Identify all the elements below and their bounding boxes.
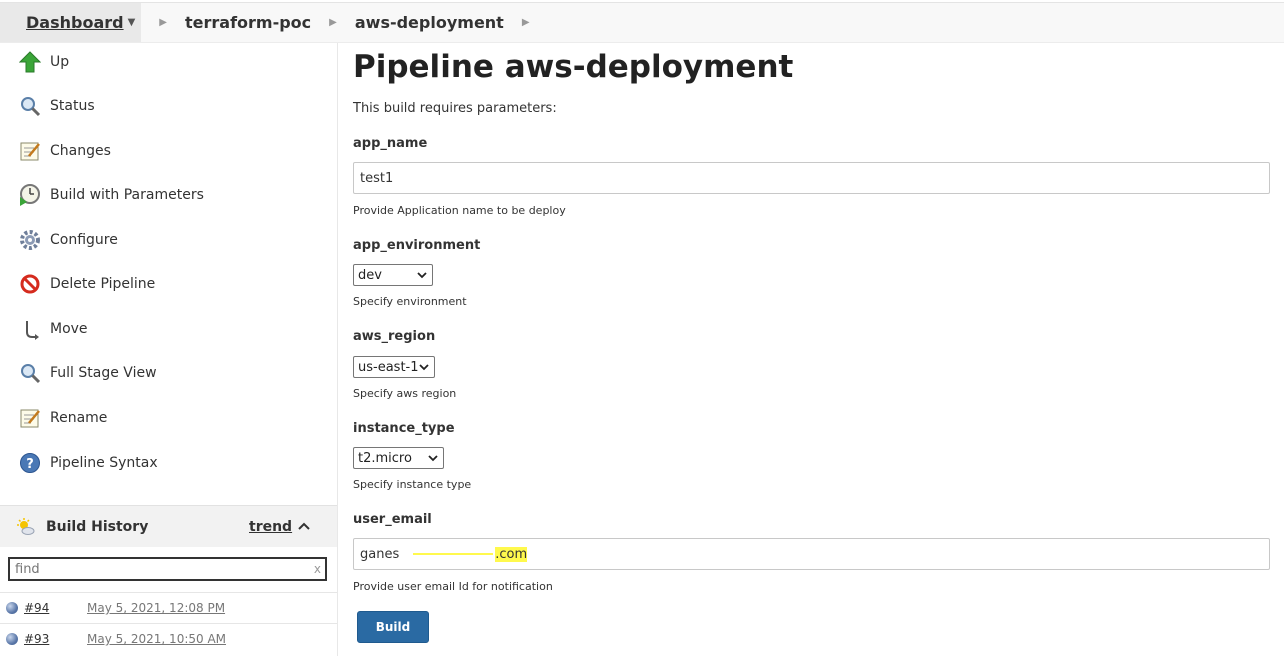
build-row[interactable]: #93 May 5, 2021, 10:50 AM: [0, 623, 337, 654]
page-title: Pipeline aws-deployment: [353, 49, 794, 85]
breadcrumb-aws-deployment[interactable]: aws-deployment: [355, 3, 504, 42]
sidebar-item-label[interactable]: Build with Parameters: [50, 187, 204, 203]
build-row[interactable]: #94 May 5, 2021, 12:08 PM: [0, 592, 337, 623]
chevron-down-icon[interactable]: [427, 451, 439, 468]
user-email-input[interactable]: ganes .com: [353, 538, 1270, 570]
app-name-label: app_name: [353, 136, 428, 151]
weather-sunny-icon: [16, 517, 36, 537]
sidebar-item-label[interactable]: Delete Pipeline: [50, 276, 155, 292]
app-environment-label: app_environment: [353, 238, 481, 253]
move-icon: [18, 317, 42, 341]
sidebar-item-delete-pipeline[interactable]: Delete Pipeline: [18, 268, 155, 300]
sidebar-divider: [337, 43, 338, 656]
app-name-input[interactable]: [353, 162, 1270, 194]
instance-type-description: Specify instance type: [353, 478, 472, 491]
magnifier-icon: [18, 361, 42, 385]
aws-region-select[interactable]: us-east-1: [353, 356, 435, 378]
sidebar-item-label[interactable]: Move: [50, 321, 88, 337]
main-content: Pipeline aws-deployment This build requi…: [353, 43, 1273, 656]
app-name-description: Provide Application name to be deploy: [353, 204, 566, 217]
sidebar-item-label[interactable]: Up: [50, 54, 69, 70]
sidebar-item-label[interactable]: Changes: [50, 143, 111, 159]
breadcrumb: Dashboard ▼ ▶ terraform-poc ▶ aws-deploy…: [0, 2, 1284, 43]
sidebar-item-up[interactable]: Up: [18, 46, 69, 78]
chevron-down-icon[interactable]: ▼: [128, 17, 136, 28]
instance-type-label: instance_type: [353, 421, 455, 436]
app-environment-value[interactable]: dev: [358, 268, 382, 283]
build-status-ball-icon: [6, 602, 18, 614]
aws-region-description: Specify aws region: [353, 387, 457, 400]
gear-icon: [18, 228, 42, 252]
chevron-up-icon[interactable]: [297, 519, 311, 535]
breadcrumb-dashboard[interactable]: Dashboard ▼: [0, 3, 142, 42]
sidebar-item-label[interactable]: Full Stage View: [50, 365, 157, 381]
chevron-right-icon: ▶: [159, 17, 167, 28]
sidebar-item-configure[interactable]: Configure: [18, 224, 118, 256]
build-button[interactable]: Build: [357, 611, 429, 643]
clock-play-icon: [18, 183, 42, 207]
up-arrow-icon: [18, 50, 42, 74]
aws-region-value[interactable]: us-east-1: [358, 360, 419, 375]
app-environment-select[interactable]: dev: [353, 264, 433, 286]
sidebar-item-label[interactable]: Configure: [50, 232, 118, 248]
build-status-ball-icon: [6, 633, 18, 645]
notepad-icon: [18, 139, 42, 163]
sidebar-item-label[interactable]: Rename: [50, 410, 107, 426]
sidebar-item-build-with-parameters[interactable]: Build with Parameters: [18, 179, 204, 211]
svg-text:?: ?: [26, 457, 34, 472]
breadcrumb-terraform-poc[interactable]: terraform-poc: [185, 3, 311, 42]
instance-type-value[interactable]: t2.micro: [358, 451, 412, 466]
intro-text: This build requires parameters:: [353, 101, 557, 116]
sidebar: Up Status Changes Build with Parameters …: [0, 43, 337, 656]
clear-icon[interactable]: x: [314, 562, 321, 576]
breadcrumb-aws-deployment-label[interactable]: aws-deployment: [355, 13, 504, 32]
breadcrumb-dashboard-label[interactable]: Dashboard: [26, 13, 124, 32]
build-number-link[interactable]: #94: [24, 601, 49, 615]
trend-link[interactable]: trend: [249, 519, 292, 535]
notepad-icon: [18, 406, 42, 430]
help-icon: ?: [18, 451, 42, 475]
sidebar-item-status[interactable]: Status: [18, 90, 95, 122]
redaction-highlight: [413, 553, 494, 555]
find-field[interactable]: x: [8, 557, 327, 581]
chevron-down-icon[interactable]: [418, 360, 430, 377]
aws-region-label: aws_region: [353, 329, 436, 344]
app-environment-description: Specify environment: [353, 295, 467, 308]
breadcrumb-terraform-poc-label[interactable]: terraform-poc: [185, 13, 311, 32]
user-email-description: Provide user email Id for notification: [353, 580, 553, 593]
build-date-link[interactable]: May 5, 2021, 10:50 AM: [87, 632, 226, 646]
no-entry-icon: [18, 272, 42, 296]
user-email-value-suffix: .com: [495, 546, 528, 562]
magnifier-icon: [18, 94, 42, 118]
chevron-right-icon: ▶: [521, 17, 530, 28]
sidebar-item-label[interactable]: Status: [50, 98, 95, 114]
instance-type-select[interactable]: t2.micro: [353, 447, 444, 469]
build-history-header: Build History trend: [0, 505, 337, 547]
sidebar-item-label[interactable]: Pipeline Syntax: [50, 455, 158, 471]
build-history-title: Build History: [46, 518, 149, 535]
find-input[interactable]: [10, 559, 300, 579]
sidebar-item-changes[interactable]: Changes: [18, 135, 111, 167]
sidebar-item-move[interactable]: Move: [18, 313, 88, 345]
chevron-down-icon[interactable]: [416, 268, 428, 285]
build-number-link[interactable]: #93: [24, 632, 49, 646]
sidebar-item-rename[interactable]: Rename: [18, 402, 107, 434]
sidebar-item-full-stage-view[interactable]: Full Stage View: [18, 357, 157, 389]
user-email-label: user_email: [353, 512, 432, 527]
chevron-right-icon: ▶: [329, 17, 337, 28]
sidebar-item-pipeline-syntax[interactable]: ? Pipeline Syntax: [18, 447, 158, 479]
user-email-value-prefix: ganes: [360, 546, 400, 562]
build-date-link[interactable]: May 5, 2021, 12:08 PM: [87, 601, 225, 615]
